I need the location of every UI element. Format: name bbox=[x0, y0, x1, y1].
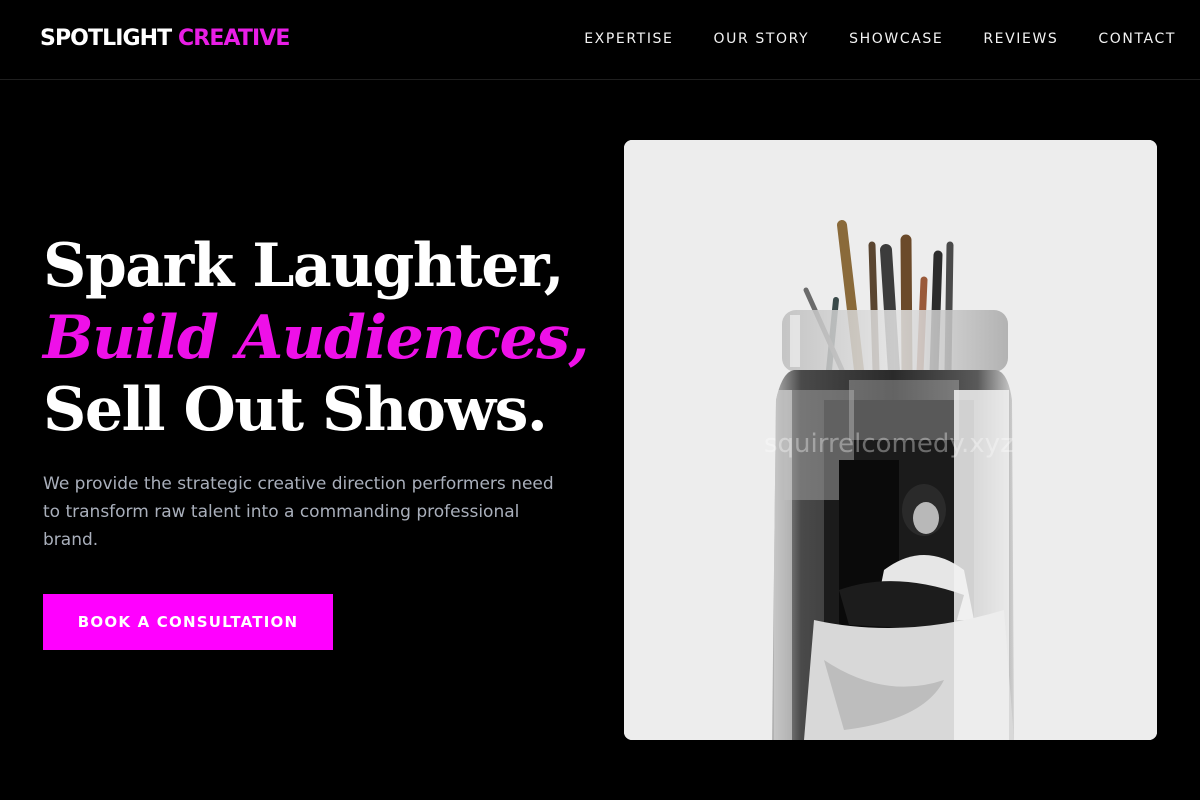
headline-line-3: Sell Out Shows. bbox=[43, 375, 548, 445]
jar-neck bbox=[782, 310, 1008, 372]
nav-item-expertise[interactable]: EXPERTISE bbox=[584, 31, 673, 47]
brush-jar-illustration: squirrelcomedy.xyz bbox=[624, 140, 1157, 740]
brand-logo[interactable]: SPOTLIGHT CREATIVE bbox=[40, 26, 290, 51]
hero-headline: Spark Laughter, Build Audiences, Sell Ou… bbox=[43, 230, 603, 446]
book-consultation-button[interactable]: BOOK A CONSULTATION bbox=[43, 594, 333, 650]
brand-name-accent: CREATIVE bbox=[178, 26, 290, 51]
nav-item-contact[interactable]: CONTACT bbox=[1098, 31, 1176, 47]
nav-item-reviews[interactable]: REVIEWS bbox=[983, 31, 1058, 47]
hero-image: squirrelcomedy.xyz bbox=[624, 140, 1157, 740]
top-navbar: SPOTLIGHT CREATIVE EXPERTISE OUR STORY S… bbox=[0, 0, 1200, 80]
image-watermark: squirrelcomedy.xyz bbox=[764, 429, 1014, 459]
nav-item-showcase[interactable]: SHOWCASE bbox=[849, 31, 943, 47]
headline-line-1: Spark Laughter, bbox=[43, 231, 565, 301]
main-nav: EXPERTISE OUR STORY SHOWCASE REVIEWS CON… bbox=[584, 31, 1176, 47]
brand-name-primary: SPOTLIGHT bbox=[40, 26, 172, 51]
headline-line-2: Build Audiences, bbox=[43, 303, 589, 373]
nav-item-our-story[interactable]: OUR STORY bbox=[713, 31, 809, 47]
hero-description: We provide the strategic creative direct… bbox=[43, 474, 554, 550]
